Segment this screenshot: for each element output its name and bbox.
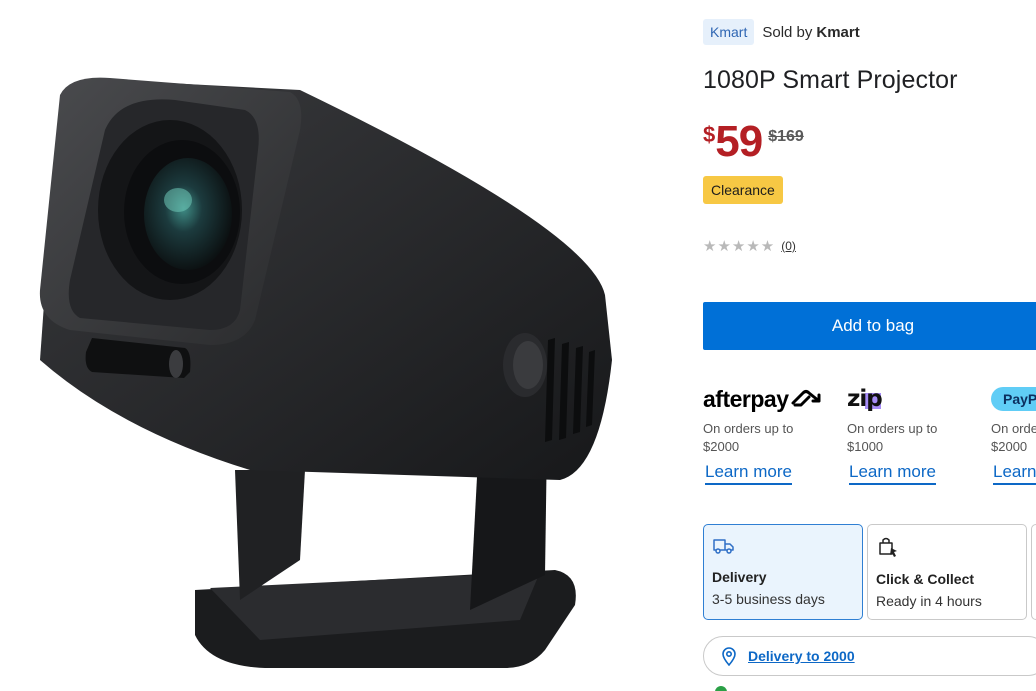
afterpay-wordmark: afterpay — [703, 385, 789, 412]
paypal-learn-more-link[interactable]: Learn — [993, 462, 1036, 485]
current-price: 59 — [715, 117, 763, 166]
product-info-panel: Kmart Sold by Kmart 1080P Smart Projector… — [703, 0, 1036, 691]
paypal-logo: PayP — [991, 384, 1036, 414]
paypal-desc: On orde $2000 — [991, 420, 1036, 456]
price-row: $ 59 $169 — [703, 118, 804, 166]
seller-chip[interactable]: Kmart — [703, 19, 755, 45]
zip-limit: $1000 — [847, 439, 884, 454]
paypal-pill: PayP — [991, 387, 1036, 411]
rating-stars-icon: ★★★★★ — [703, 238, 776, 255]
zip-desc: On orders up to $1000 — [847, 420, 977, 456]
afterpay-learn-more-link[interactable]: Learn more — [705, 462, 792, 485]
truck-icon — [713, 539, 734, 554]
zip-option: zip On orders up to $1000 Learn more — [847, 384, 977, 485]
afterpay-desc: On orders up to $2000 — [703, 420, 833, 456]
rating-row: ★★★★★ (0) — [703, 237, 796, 255]
zip-logo: zip — [847, 384, 977, 414]
clearance-badge: Clearance — [703, 176, 783, 204]
zip-desc-line1: On orders up to — [847, 421, 938, 436]
product-image[interactable] — [0, 0, 660, 691]
location-pin-icon — [722, 647, 736, 666]
afterpay-limit: $2000 — [703, 439, 740, 454]
product-title: 1080P Smart Projector — [703, 66, 958, 94]
was-price: $169 — [768, 128, 804, 145]
third-fulfilment-option[interactable] — [1031, 524, 1036, 620]
paypal-limit: $2000 — [991, 439, 1028, 454]
delivery-eta: 3-5 business days — [712, 591, 825, 607]
zip-wordmark: zip — [847, 386, 883, 412]
afterpay-desc-line1: On orders up to — [703, 421, 794, 436]
afterpay-option: afterpay On orders up to $2000 Learn mor… — [703, 384, 833, 485]
sold-by-text: Sold by Kmart — [762, 24, 859, 41]
afterpay-loop-icon — [791, 390, 821, 407]
add-to-bag-button[interactable]: Add to bag — [703, 302, 1036, 350]
delivery-location-selector[interactable]: Delivery to 2000 — [703, 636, 1036, 676]
click-collect-eta: Ready in 4 hours — [876, 593, 982, 609]
seller-row: Kmart Sold by Kmart — [703, 19, 860, 45]
rating-count-link[interactable]: (0) — [781, 239, 796, 253]
click-collect-option[interactable]: Click & Collect Ready in 4 hours — [867, 524, 1027, 620]
delivery-title: Delivery — [712, 569, 767, 585]
sold-by-prefix: Sold by — [762, 23, 813, 41]
click-collect-title: Click & Collect — [876, 571, 975, 587]
price-currency: $ — [703, 122, 716, 147]
zip-learn-more-link[interactable]: Learn more — [849, 462, 936, 485]
paypal-option: PayP On orde $2000 Learn — [991, 384, 1036, 485]
shopping-bag-icon — [879, 537, 897, 557]
delivery-option[interactable]: Delivery 3-5 business days — [703, 524, 863, 620]
delivery-to-link[interactable]: Delivery to 2000 — [748, 648, 855, 664]
zip-logo-mark: zip — [847, 386, 883, 412]
paypal-desc-line1: On orde — [991, 421, 1036, 436]
sold-by-name: Kmart — [816, 23, 860, 41]
afterpay-logo: afterpay — [703, 384, 833, 414]
stock-status-icon — [715, 686, 727, 691]
projector-illustration — [39, 77, 612, 668]
